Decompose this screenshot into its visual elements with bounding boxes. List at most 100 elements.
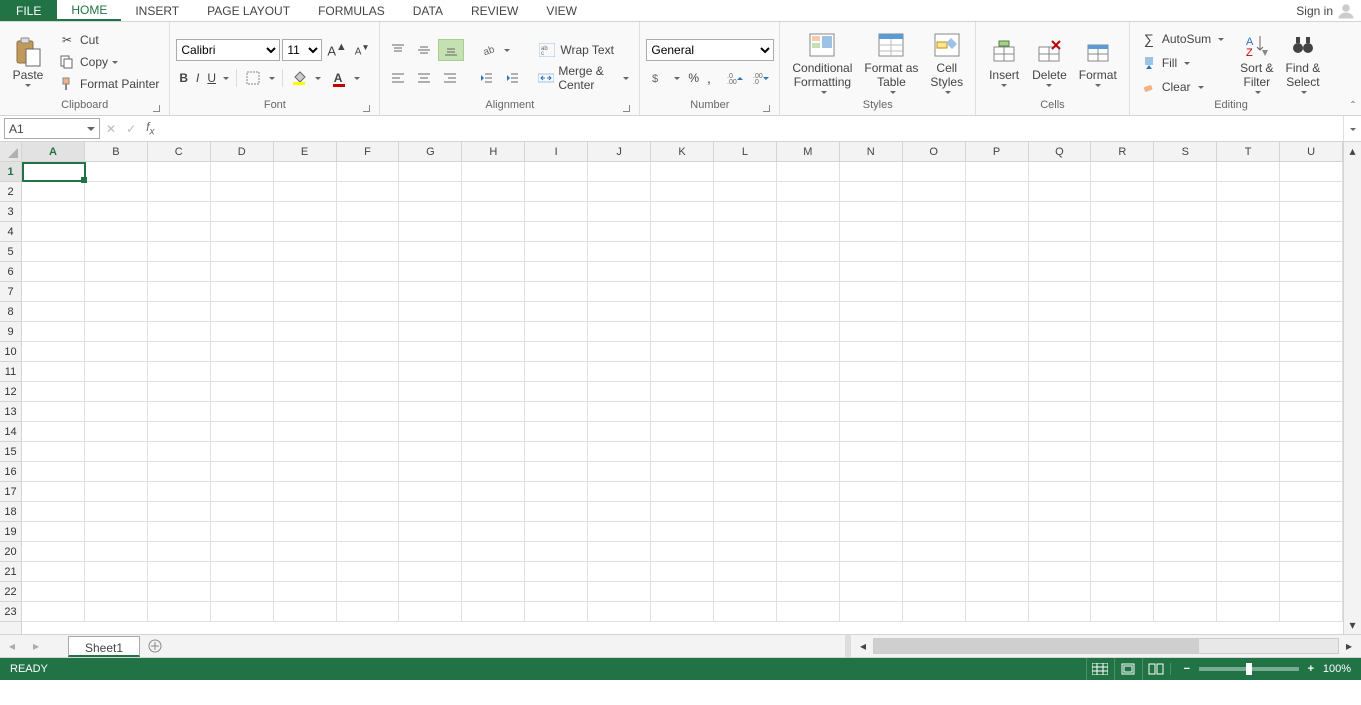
cell[interactable]: [22, 282, 85, 302]
cell[interactable]: [525, 202, 588, 222]
cell[interactable]: [525, 442, 588, 462]
cell[interactable]: [211, 422, 274, 442]
row-header[interactable]: 19: [0, 522, 21, 542]
cell[interactable]: [1154, 162, 1217, 182]
format-as-table-button[interactable]: Format as Table: [858, 25, 924, 99]
cell[interactable]: [714, 202, 777, 222]
cell[interactable]: [337, 602, 400, 622]
insert-function-button[interactable]: fx: [146, 120, 154, 137]
cell[interactable]: [525, 482, 588, 502]
cell[interactable]: [588, 402, 651, 422]
row-header[interactable]: 3: [0, 202, 21, 222]
cell[interactable]: [903, 422, 966, 442]
cell[interactable]: [1029, 282, 1092, 302]
cell[interactable]: [337, 242, 400, 262]
cell[interactable]: [1217, 262, 1280, 282]
cell[interactable]: [211, 362, 274, 382]
cell[interactable]: [714, 242, 777, 262]
cell[interactable]: [903, 562, 966, 582]
cell[interactable]: [337, 162, 400, 182]
cell[interactable]: [840, 382, 903, 402]
cell[interactable]: [714, 482, 777, 502]
cell[interactable]: [1029, 222, 1092, 242]
scroll-track[interactable]: [873, 638, 1339, 654]
cell[interactable]: [1154, 502, 1217, 522]
cell[interactable]: [903, 302, 966, 322]
cell[interactable]: [903, 382, 966, 402]
tab-data[interactable]: DATA: [399, 0, 457, 21]
cell[interactable]: [337, 282, 400, 302]
cell[interactable]: [651, 382, 714, 402]
column-header[interactable]: M: [777, 142, 840, 161]
cell[interactable]: [651, 202, 714, 222]
cell[interactable]: [1280, 402, 1343, 422]
cell[interactable]: [1029, 342, 1092, 362]
cell[interactable]: [588, 482, 651, 502]
cell[interactable]: [274, 482, 337, 502]
expand-formula-bar-button[interactable]: [1343, 116, 1361, 141]
cell[interactable]: [525, 542, 588, 562]
cell[interactable]: [966, 482, 1029, 502]
cell[interactable]: [966, 262, 1029, 282]
cell[interactable]: [337, 422, 400, 442]
cell[interactable]: [85, 522, 148, 542]
cell[interactable]: [85, 282, 148, 302]
cell[interactable]: [399, 442, 462, 462]
cell[interactable]: [966, 542, 1029, 562]
cell[interactable]: [840, 442, 903, 462]
scroll-down-button[interactable]: ▾: [1344, 616, 1361, 634]
column-header[interactable]: L: [714, 142, 777, 161]
tab-page-layout[interactable]: PAGE LAYOUT: [193, 0, 304, 21]
cell[interactable]: [462, 562, 525, 582]
cell[interactable]: [148, 322, 211, 342]
cell[interactable]: [337, 522, 400, 542]
cell[interactable]: [966, 162, 1029, 182]
chevron-down-icon[interactable]: [87, 127, 95, 135]
cell[interactable]: [903, 522, 966, 542]
cell[interactable]: [1091, 522, 1154, 542]
cell[interactable]: [1029, 302, 1092, 322]
cell[interactable]: [211, 602, 274, 622]
cell[interactable]: [148, 342, 211, 362]
format-painter-button[interactable]: Format Painter: [54, 73, 163, 95]
cell[interactable]: [148, 422, 211, 442]
cell[interactable]: [1217, 482, 1280, 502]
cell[interactable]: [1091, 162, 1154, 182]
cell[interactable]: [399, 342, 462, 362]
cell[interactable]: [211, 222, 274, 242]
cell[interactable]: [274, 322, 337, 342]
row-header[interactable]: 23: [0, 602, 21, 622]
column-header[interactable]: P: [966, 142, 1029, 161]
cell[interactable]: [22, 202, 85, 222]
cell[interactable]: [22, 242, 85, 262]
cell[interactable]: [85, 202, 148, 222]
italic-button[interactable]: I: [193, 67, 202, 89]
zoom-in-button[interactable]: +: [1305, 663, 1317, 675]
cell[interactable]: [85, 162, 148, 182]
cell[interactable]: [1280, 282, 1343, 302]
cell[interactable]: [588, 422, 651, 442]
cell[interactable]: [840, 482, 903, 502]
cell[interactable]: [462, 582, 525, 602]
cell[interactable]: [1029, 482, 1092, 502]
cell[interactable]: [903, 482, 966, 502]
cell[interactable]: [399, 382, 462, 402]
row-header[interactable]: 6: [0, 262, 21, 282]
cell[interactable]: [337, 382, 400, 402]
cell[interactable]: [211, 562, 274, 582]
cell[interactable]: [651, 262, 714, 282]
cell[interactable]: [1217, 402, 1280, 422]
column-header[interactable]: O: [903, 142, 966, 161]
cell[interactable]: [903, 362, 966, 382]
cell[interactable]: [274, 362, 337, 382]
cell[interactable]: [1029, 602, 1092, 622]
cell[interactable]: [1154, 562, 1217, 582]
cell[interactable]: [903, 242, 966, 262]
cell[interactable]: [211, 262, 274, 282]
cell[interactable]: [714, 182, 777, 202]
fill-color-button[interactable]: [287, 67, 324, 89]
cell[interactable]: [274, 162, 337, 182]
cell[interactable]: [85, 542, 148, 562]
cell[interactable]: [1217, 382, 1280, 402]
cell[interactable]: [777, 442, 840, 462]
